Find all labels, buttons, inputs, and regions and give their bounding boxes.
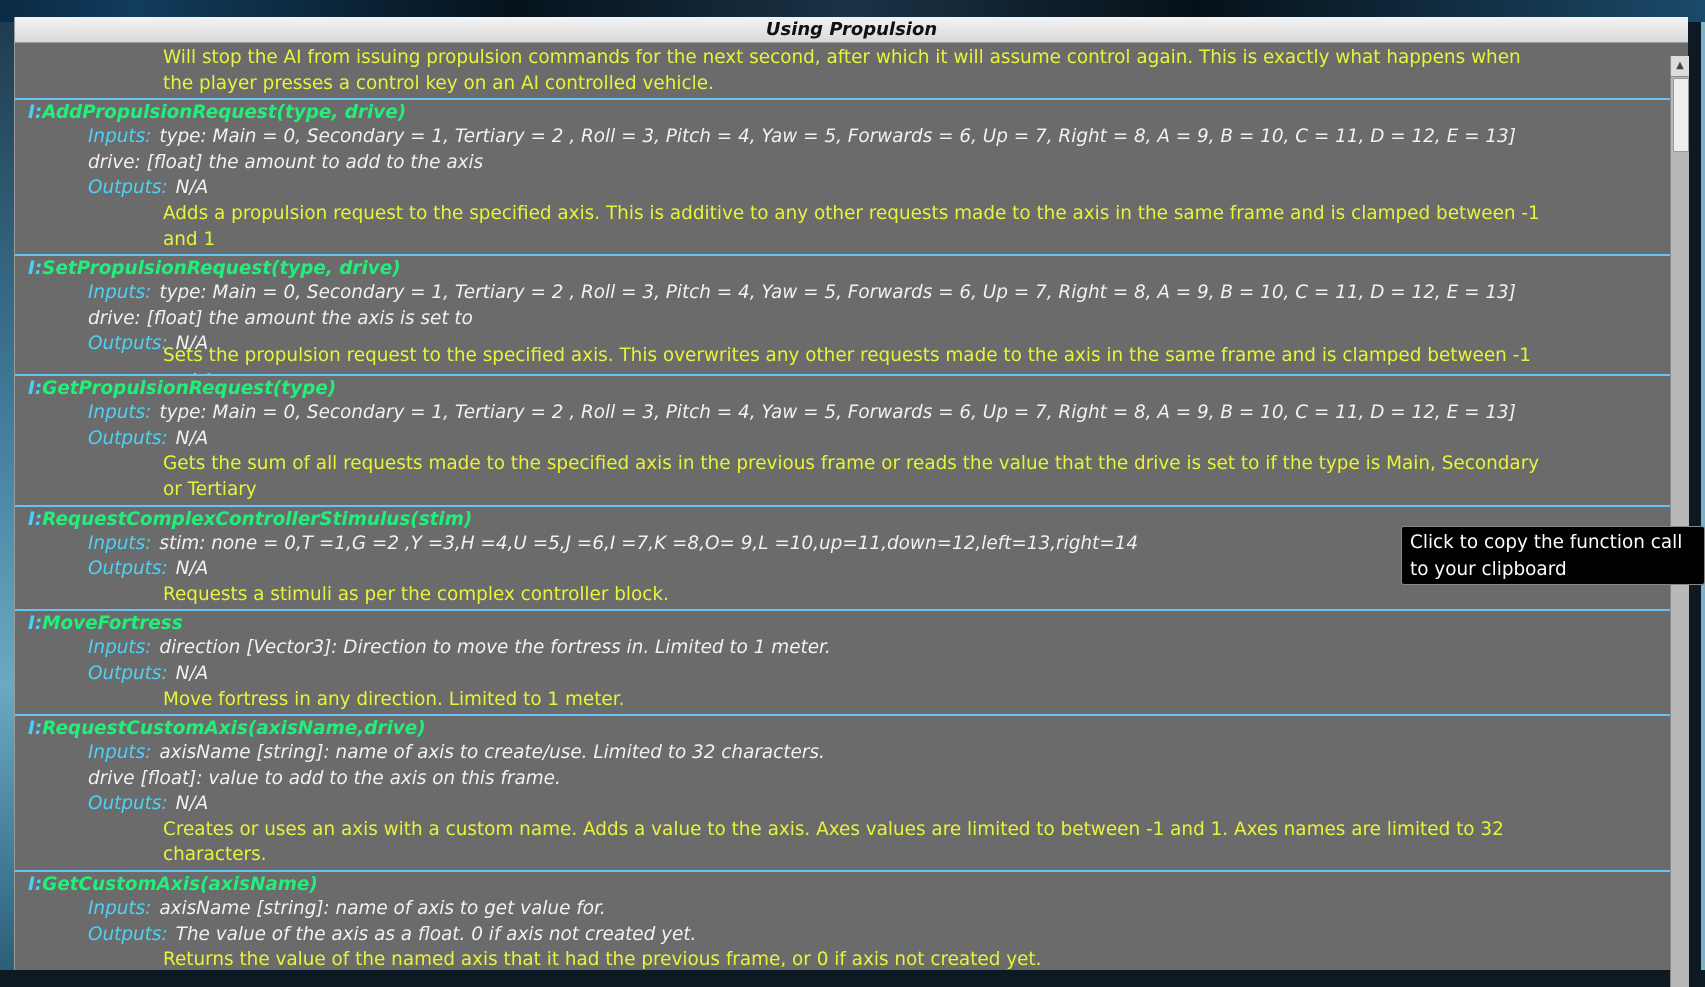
- copy-tooltip: Click to copy the function call to your …: [1401, 526, 1705, 585]
- function-entry: I:RequestCustomAxis(axisName,drive) Inpu…: [15, 716, 1684, 873]
- function-entry: I:AddPropulsionRequest(type, drive) Inpu…: [15, 100, 1684, 257]
- vertical-scrollbar[interactable]: ▲: [1670, 56, 1689, 987]
- function-entry: I:SetPropulsionRequest(type, drive) Inpu…: [15, 256, 1684, 377]
- function-description: Move fortress in any direction. Limited …: [163, 688, 625, 710]
- inputs-extra-row: drive: [float] the amount the axis is se…: [88, 307, 473, 329]
- function-description: Returns the value of the named axis that…: [163, 949, 1042, 970]
- inputs-row: Inputs: axisName [string]: name of axis t…: [88, 898, 606, 920]
- inputs-extra-row: drive: [float] the amount to add to the …: [88, 151, 484, 173]
- function-name-link[interactable]: I:GetPropulsionRequest(type): [15, 376, 1684, 400]
- game-backdrop-right: [1701, 22, 1705, 970]
- function-name-link[interactable]: I:GetCustomAxis(axisName): [15, 872, 1684, 896]
- function-entry: I:MoveFortress Inputs: direction [Vector3…: [15, 611, 1684, 717]
- function-entry: I:GetCustomAxis(axisName) Inputs: axisNam…: [15, 872, 1684, 970]
- function-name-link[interactable]: I:MoveFortress: [15, 611, 1684, 635]
- function-entry: I:GetPropulsionRequest(type) Inputs: type…: [15, 376, 1684, 507]
- function-description: Adds a propulsion request to the specifi…: [163, 202, 1540, 250]
- outputs-row: Outputs: The value of the axis as a float…: [88, 923, 697, 945]
- function-description: Sets the propulsion request to the speci…: [163, 344, 1531, 374]
- outputs-row: Outputs: N/A: [88, 427, 209, 449]
- help-panel: Using Propulsion Will stop the AI from i…: [14, 17, 1689, 987]
- function-name-link[interactable]: I:SetPropulsionRequest(type, drive): [15, 256, 1684, 280]
- inputs-row: Inputs: direction [Vector3]: Direction to…: [88, 637, 831, 659]
- scroll-thumb[interactable]: [1673, 78, 1689, 152]
- game-backdrop-left: [0, 22, 14, 970]
- inputs-row: Inputs: type: Main = 0, Secondary = 1, Te…: [88, 126, 1516, 148]
- outputs-row: Outputs: N/A: [88, 662, 209, 684]
- inputs-row: Inputs: type: Main = 0, Secondary = 1, Te…: [88, 282, 1516, 304]
- outputs-row: Outputs: N/A: [88, 793, 209, 815]
- inputs-extra-row: drive [float]: value to add to the axis …: [88, 767, 561, 789]
- function-description: Will stop the AI from issuing propulsion…: [163, 47, 1521, 94]
- panel-title: Using Propulsion: [15, 17, 1688, 43]
- function-description: Gets the sum of all requests made to the…: [163, 453, 1540, 500]
- scroll-up-arrow-icon[interactable]: ▲: [1671, 56, 1689, 77]
- function-description: Requests a stimuli as per the complex co…: [163, 583, 669, 605]
- inputs-row: Inputs: type: Main = 0, Secondary = 1, Te…: [88, 402, 1516, 424]
- function-name-link[interactable]: I:AddPropulsionRequest(type, drive): [15, 100, 1684, 124]
- function-entry: Will stop the AI from issuing propulsion…: [15, 43, 1684, 101]
- outputs-row: Outputs: N/A: [88, 177, 209, 199]
- inputs-row: Inputs: axisName [string]: name of axis t…: [88, 742, 825, 764]
- function-name-link[interactable]: I:RequestCustomAxis(axisName,drive): [15, 716, 1684, 740]
- function-description: Creates or uses an axis with a custom na…: [163, 818, 1504, 866]
- function-list[interactable]: Will stop the AI from issuing propulsion…: [15, 43, 1684, 970]
